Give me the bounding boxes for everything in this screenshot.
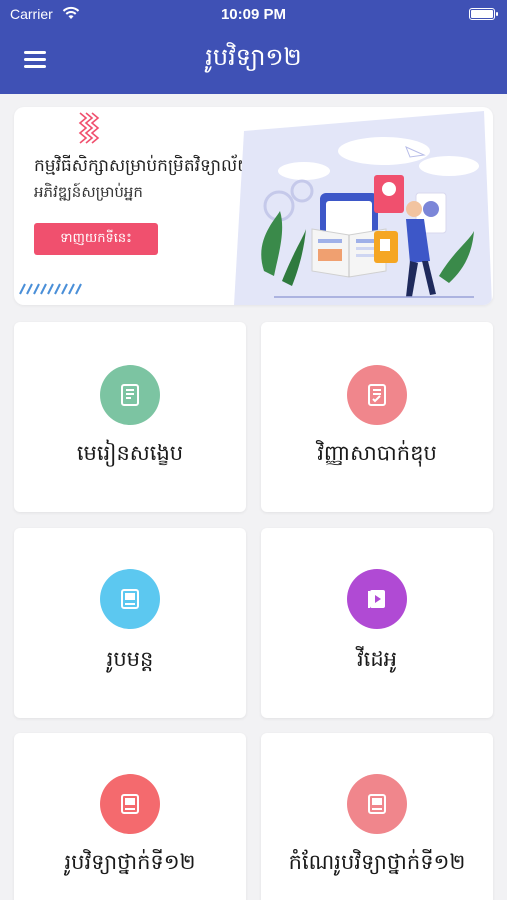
exam-icon-circle (347, 365, 407, 425)
menu-card-exam[interactable]: វិញ្ញាសាបាក់ឌុប (261, 322, 493, 512)
textbook-icon-circle (100, 774, 160, 834)
status-bar: Carrier 10:09 PM (0, 0, 507, 28)
student-reading-illustration (234, 111, 492, 305)
summary-icon-circle (100, 365, 160, 425)
menu-card-video[interactable]: វីដេអូ (261, 528, 493, 718)
menu-card-label: មេរៀនសង្ខេប (76, 441, 184, 465)
clock: 10:09 PM (220, 6, 287, 23)
menu-card-label: វីដេអូ (357, 647, 397, 671)
formula-book-icon (121, 589, 139, 609)
video-icon-circle (347, 569, 407, 629)
menu-card-textbook[interactable]: រូបវិទ្យាថ្នាក់ទី១២ (14, 733, 246, 900)
stripe-decoration-icon (19, 283, 82, 295)
page-title: រូបវិទ្យា១២ (205, 43, 302, 71)
menu-card-summary[interactable]: មេរៀនសង្ខេប (14, 322, 246, 512)
zigzag-decoration-icon (78, 112, 100, 144)
menu-card-solutions[interactable]: កំណែរូបវិទ្យាថ្នាក់ទី១២ (261, 733, 493, 900)
formula-icon-circle (100, 569, 160, 629)
battery-icon (469, 8, 498, 20)
download-button[interactable]: ទាញយកទីនេះ (34, 223, 158, 255)
banner-title: កម្មវិធីសិក្សាសម្រាប់កម្រិតវិទ្យាល័យ (34, 156, 254, 176)
exam-sheet-icon (368, 384, 386, 406)
banner-subtitle: អភិវឌ្ឍន៍សម្រាប់អ្នក (34, 183, 143, 201)
menu-card-formula[interactable]: រូបមន្ត (14, 528, 246, 718)
menu-card-label: រូបវិទ្យាថ្នាក់ទី១២ (64, 850, 196, 874)
menu-card-label: វិញ្ញាសាបាក់ឌុប (317, 441, 437, 465)
video-book-icon (368, 590, 385, 608)
solution-book-icon (368, 794, 386, 814)
book-sheet-icon (121, 384, 139, 406)
menu-card-label: រូបមន្ត (106, 647, 154, 671)
promo-banner: កម្មវិធីសិក្សាសម្រាប់កម្រិតវិទ្យាល័យ អភិ… (14, 107, 493, 305)
textbook-icon (121, 794, 139, 814)
menu-card-label: កំណែរូបវិទ្យាថ្នាក់ទី១២ (288, 850, 466, 874)
top-app-bar: Carrier 10:09 PM រូបវិទ្យា១២ (0, 0, 507, 94)
solutions-icon-circle (347, 774, 407, 834)
